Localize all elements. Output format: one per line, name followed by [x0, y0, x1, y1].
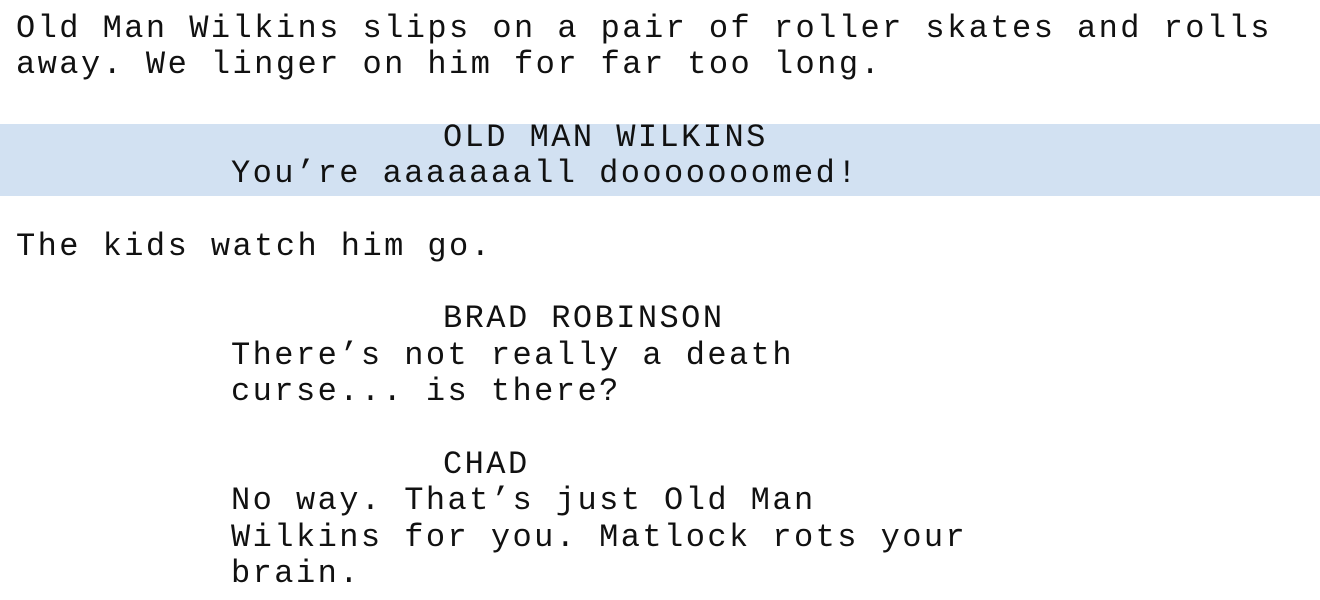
action-line: The kids watch him go.	[16, 228, 493, 265]
character-name: OLD MAN WILKINS	[443, 119, 768, 156]
character-name: BRAD ROBINSON	[443, 300, 725, 337]
dialogue-line: You’re aaaaaaall dooooooomed!	[231, 155, 859, 192]
dialogue-line: There’s not really a death	[231, 337, 794, 374]
character-name: CHAD	[443, 446, 530, 483]
dialogue-line: Wilkins for you. Matlock rots your	[231, 519, 968, 556]
action-line: away. We linger on him for far too long.	[16, 46, 883, 83]
dialogue-line: No way. That’s just Old Man	[231, 482, 816, 519]
dialogue-line: brain.	[231, 555, 361, 592]
action-line: Old Man Wilkins slips on a pair of rolle…	[16, 10, 1272, 47]
dialogue-line: curse... is there?	[231, 373, 621, 410]
